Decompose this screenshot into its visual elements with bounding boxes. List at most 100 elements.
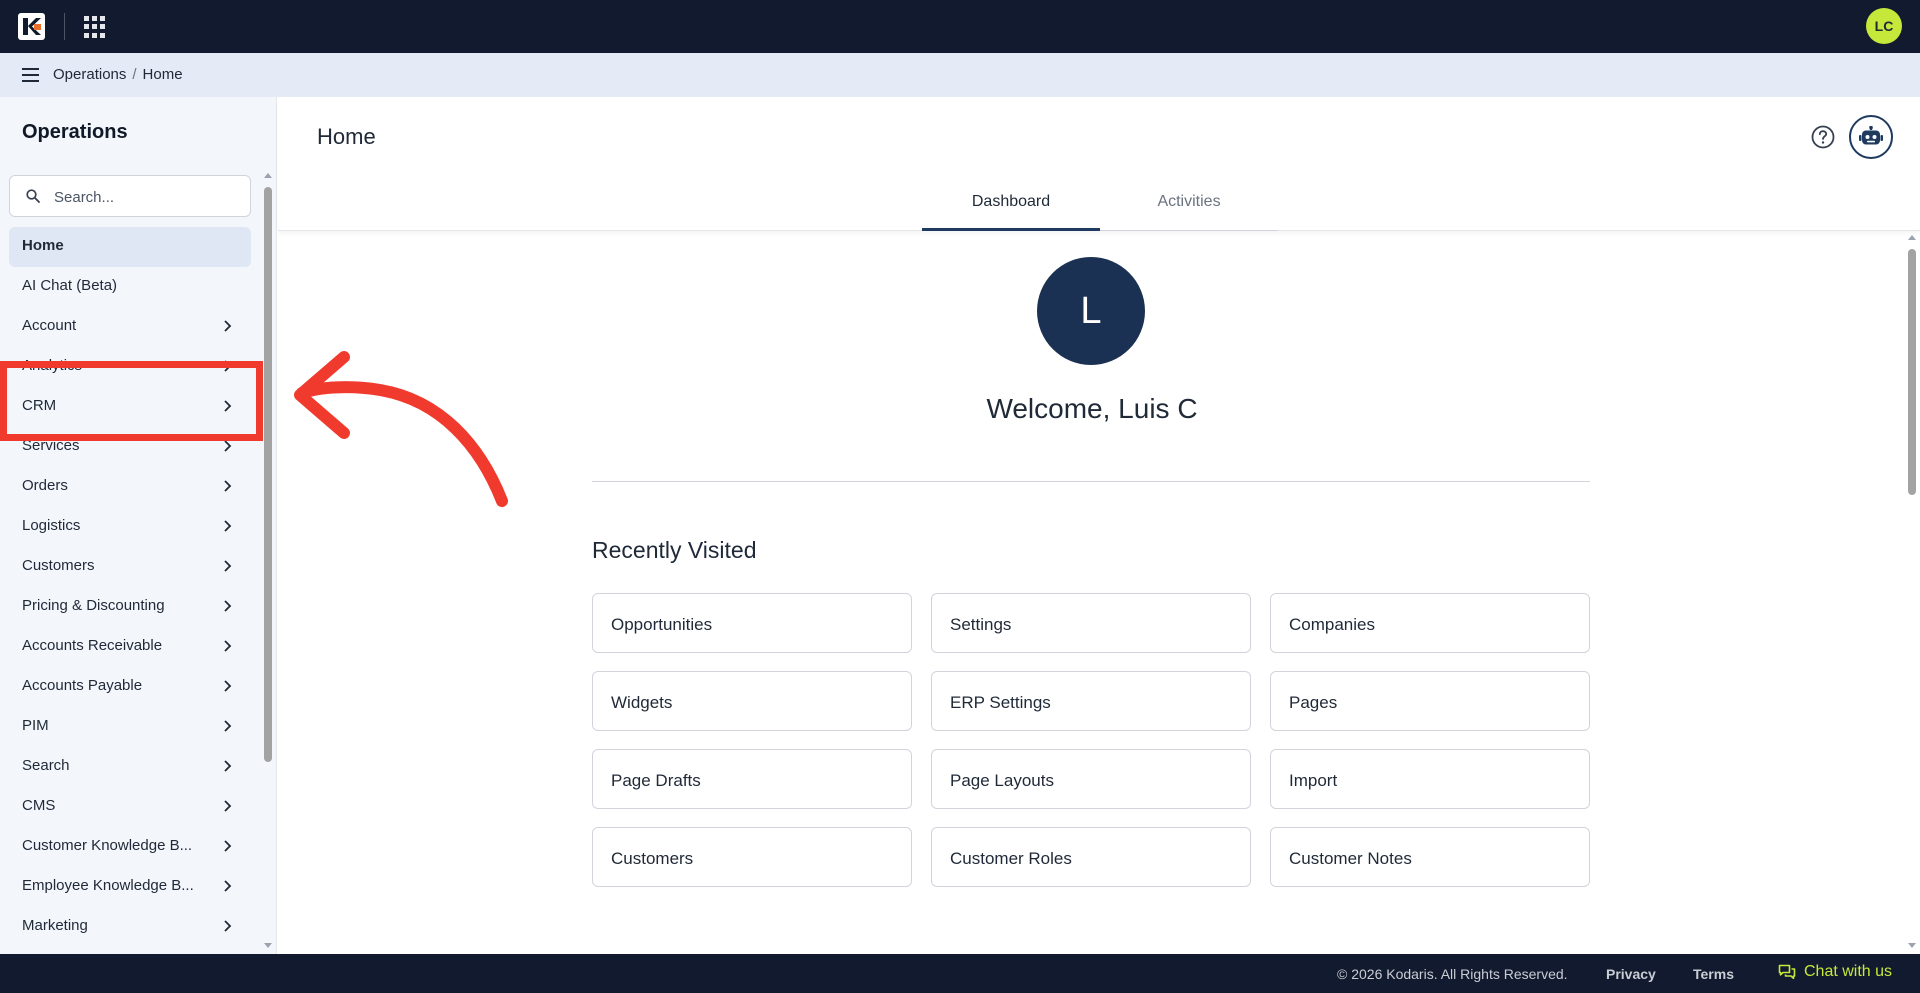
terms-link[interactable]: Terms	[1693, 966, 1734, 982]
recent-card-page-drafts[interactable]: Page Drafts	[592, 749, 912, 809]
sidebar-item-pim[interactable]: PIM	[9, 707, 251, 747]
sidebar-item-services[interactable]: Services	[9, 427, 251, 467]
sidebar-scroll-down[interactable]	[264, 943, 272, 948]
recent-card-pages[interactable]: Pages	[1270, 671, 1590, 731]
sidebar-item-label: Home	[22, 237, 64, 254]
page-title: Home	[317, 124, 376, 149]
chevron-right-icon	[224, 720, 232, 732]
privacy-link[interactable]: Privacy	[1606, 966, 1656, 982]
recent-card-companies[interactable]: Companies	[1270, 593, 1590, 653]
recent-card-erp-settings[interactable]: ERP Settings	[931, 671, 1251, 731]
copyright-text: © 2026 Kodaris. All Rights Reserved.	[1337, 966, 1568, 982]
sidebar-item-pricing[interactable]: Pricing & Discounting	[9, 587, 251, 627]
sidebar-item-label: PIM	[22, 717, 49, 734]
sidebar-item-label: Accounts Receivable	[22, 637, 163, 654]
sidebar-item-orders[interactable]: Orders	[9, 467, 251, 507]
main-scroll-down[interactable]	[1908, 943, 1916, 948]
sidebar-scrollbar[interactable]	[264, 187, 272, 762]
hamburger-menu-icon[interactable]	[22, 68, 39, 82]
sidebar-item-accounts-receivable[interactable]: Accounts Receivable	[9, 627, 251, 667]
sidebar-item-label: Services	[22, 437, 80, 454]
robot-icon	[1859, 126, 1883, 145]
recent-card-customer-notes[interactable]: Customer Notes	[1270, 827, 1590, 887]
sidebar-title: Operations	[22, 121, 128, 143]
sidebar-item-analytics[interactable]: Analytics	[9, 347, 251, 387]
tab-dashboard[interactable]: Dashboard	[922, 193, 1100, 231]
chevron-right-icon	[224, 760, 232, 772]
sidebar-search	[9, 175, 251, 217]
chevron-right-icon	[224, 680, 232, 692]
main-scrollbar[interactable]	[1908, 249, 1916, 495]
chevron-right-icon	[224, 520, 232, 532]
recent-card-customer-roles[interactable]: Customer Roles	[931, 827, 1251, 887]
breadcrumb: Operations / Home	[53, 66, 183, 83]
chevron-right-icon	[224, 880, 232, 892]
sidebar-item-label: CRM	[22, 397, 57, 414]
tab-activities[interactable]: Activities	[1100, 193, 1278, 231]
sidebar-item-label: Logistics	[22, 517, 81, 534]
sidebar-item-label: Pricing & Discounting	[22, 597, 165, 614]
recent-card-import[interactable]: Import	[1270, 749, 1590, 809]
chevron-right-icon	[224, 400, 232, 412]
recent-card-opportunities[interactable]: Opportunities	[592, 593, 912, 653]
chevron-right-icon	[224, 360, 232, 372]
chat-with-us-button[interactable]: Chat with us	[1778, 963, 1892, 981]
ai-assistant-button[interactable]	[1849, 115, 1893, 159]
sidebar-item-customers[interactable]: Customers	[9, 547, 251, 587]
kodaris-logo[interactable]	[18, 13, 45, 40]
sidebar-item-crm[interactable]: CRM	[9, 387, 251, 427]
chevron-right-icon	[224, 920, 232, 932]
sidebar-item-ai-chat[interactable]: AI Chat (Beta)	[9, 267, 251, 307]
chat-icon	[1778, 964, 1796, 980]
sidebar-item-customer-knowledge-base[interactable]: Customer Knowledge B...	[9, 827, 251, 867]
sidebar-item-search[interactable]: Search	[9, 747, 251, 787]
sidebar-item-employee-knowledge-base[interactable]: Employee Knowledge B...	[9, 867, 251, 907]
sidebar-item-label: Customer Knowledge B...	[22, 837, 193, 854]
sidebar-item-label: CMS	[22, 797, 56, 814]
chevron-right-icon	[224, 560, 232, 572]
page-header: Home Dashboard Activities	[278, 97, 1920, 231]
chat-label: Chat with us	[1804, 963, 1893, 980]
breadcrumb-bar: Operations / Home	[0, 53, 1920, 97]
annotation-arrow	[294, 351, 508, 507]
chevron-right-icon	[224, 800, 232, 812]
sidebar-item-label: Marketing	[22, 917, 88, 934]
welcome-heading: Welcome, Luis C	[986, 393, 1198, 424]
recent-card-widgets[interactable]: Widgets	[592, 671, 912, 731]
sidebar-nav: Home AI Chat (Beta) Account Analytics CR…	[9, 227, 251, 949]
sidebar-item-account[interactable]: Account	[9, 307, 251, 347]
recently-visited-heading: Recently Visited	[592, 537, 757, 563]
apps-grid-icon[interactable]	[84, 16, 106, 38]
recent-card-page-layouts[interactable]: Page Layouts	[931, 749, 1251, 809]
sidebar-item-marketing[interactable]: Marketing	[9, 907, 251, 947]
chevron-right-icon	[224, 320, 232, 332]
breadcrumb-home: Home	[142, 66, 183, 83]
search-input[interactable]	[54, 186, 239, 208]
user-avatar-button[interactable]: LC	[1866, 8, 1902, 44]
breadcrumb-operations[interactable]: Operations	[53, 66, 126, 83]
main-scroll-up[interactable]	[1908, 235, 1916, 240]
tab-label: Dashboard	[971, 193, 1051, 210]
chevron-right-icon	[224, 440, 232, 452]
sidebar-item-home[interactable]: Home	[9, 227, 251, 267]
sidebar-item-label: Account	[22, 317, 77, 334]
chevron-right-icon	[224, 840, 232, 852]
sidebar-item-label: Search	[22, 757, 70, 774]
chevron-right-icon	[224, 600, 232, 612]
search-icon	[26, 189, 40, 203]
sidebar-item-logistics[interactable]: Logistics	[9, 507, 251, 547]
sidebar: Operations Home AI Chat (Beta) Account A…	[0, 97, 277, 954]
recent-card-settings[interactable]: Settings	[931, 593, 1251, 653]
user-avatar: L	[1037, 257, 1145, 365]
sidebar-item-cms[interactable]: CMS	[9, 787, 251, 827]
sidebar-item-label: Orders	[22, 477, 68, 494]
recent-card-customers[interactable]: Customers	[592, 827, 912, 887]
footer: © 2026 Kodaris. All Rights Reserved. Pri…	[0, 954, 1920, 993]
chevron-right-icon	[224, 640, 232, 652]
sidebar-item-accounts-payable[interactable]: Accounts Payable	[9, 667, 251, 707]
help-icon[interactable]	[1810, 124, 1836, 150]
sidebar-item-label: Employee Knowledge B...	[22, 877, 194, 894]
chevron-right-icon	[224, 480, 232, 492]
sidebar-item-label: Accounts Payable	[22, 677, 143, 694]
sidebar-scroll-up[interactable]	[264, 173, 272, 178]
